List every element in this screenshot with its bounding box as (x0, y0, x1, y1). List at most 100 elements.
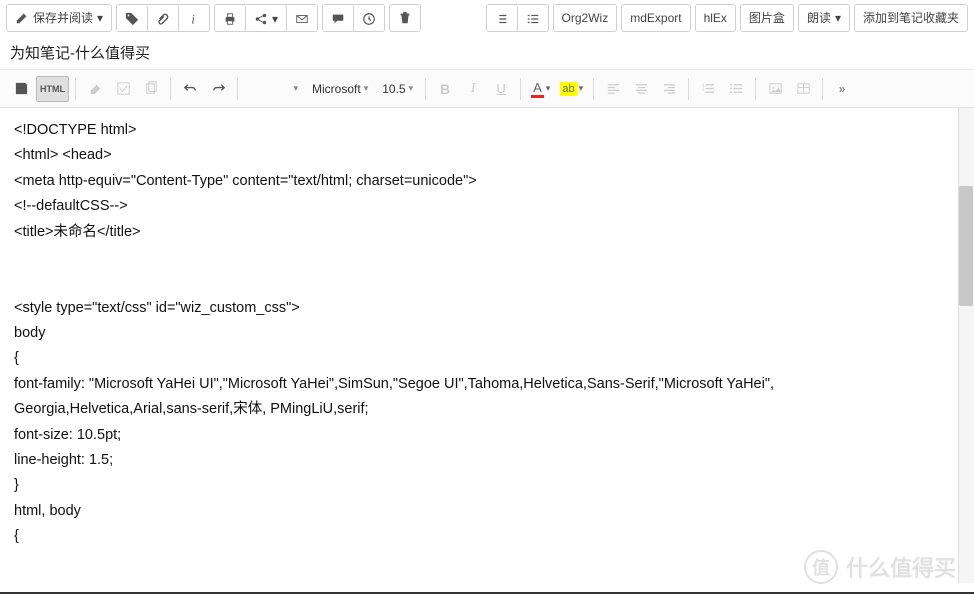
bold-button[interactable]: B (432, 76, 458, 102)
chevron-down-icon: ▾ (364, 83, 369, 94)
editor-toolbar: HTML ▾ Microsoft▾ 10.5▾ B I U A▾ ab▾ 12 … (0, 70, 974, 108)
checkbox-button[interactable] (110, 76, 136, 102)
align-right-button[interactable] (656, 76, 682, 102)
add-to-favorites-button[interactable]: 添加到笔记收藏夹 (854, 4, 968, 32)
font-size-value: 10.5 (382, 82, 405, 96)
content-line: font-size: 10.5pt; (14, 423, 960, 448)
read-aloud-label: 朗读 (807, 9, 831, 26)
font-color-button[interactable]: A▾ (527, 76, 554, 102)
print-icon (223, 12, 237, 26)
document-title[interactable]: 为知笔记-什么值得买 (0, 36, 974, 70)
plugin-mdexport-button[interactable]: mdExport (621, 4, 690, 32)
content-line (14, 270, 960, 295)
tag-button[interactable] (117, 5, 148, 32)
separator (170, 78, 171, 100)
chevron-down-icon: ▾ (293, 83, 298, 94)
envelope-icon (295, 12, 309, 26)
separator (425, 78, 426, 100)
content-line: html, body (14, 499, 960, 524)
font-size-dropdown[interactable]: 10.5 ▾ (376, 76, 419, 102)
content-line: Georgia,Helvetica,Arial,sans-serif,宋体, P… (14, 397, 960, 422)
chevron-down-icon: ▾ (546, 83, 551, 94)
clock-icon (362, 12, 376, 26)
indent-list-button[interactable] (518, 5, 548, 32)
redo-icon (211, 81, 226, 96)
comment-group (322, 4, 385, 32)
content-line: { (14, 346, 960, 371)
plugin-hlex-button[interactable]: hlEx (695, 4, 736, 32)
outdent-list-button[interactable] (487, 5, 518, 32)
image-button[interactable] (762, 76, 788, 102)
undo-icon (183, 81, 198, 96)
unordered-list-button[interactable] (723, 76, 749, 102)
html-mode-button[interactable]: HTML (36, 76, 69, 102)
info-button[interactable]: i (179, 5, 209, 32)
chevron-down-icon: ▾ (97, 11, 103, 25)
redo-button[interactable] (205, 76, 231, 102)
clear-format-button[interactable] (82, 76, 108, 102)
align-right-icon (662, 81, 677, 96)
delete-button[interactable] (389, 4, 421, 32)
top-toolbar: 保存并阅读 ▾ i ▾ Org2Wiz mdExport hlEx 图片盒 朗读… (0, 0, 974, 36)
chevron-down-icon: ▾ (272, 12, 278, 26)
separator (688, 78, 689, 100)
content-line: <!DOCTYPE html> (14, 118, 960, 143)
table-icon (796, 81, 811, 96)
save-button[interactable] (8, 76, 34, 102)
save-and-read-button[interactable]: 保存并阅读 ▾ (6, 4, 112, 32)
align-center-button[interactable] (628, 76, 654, 102)
font-family-dropdown[interactable]: Microsoft▾ (306, 76, 374, 102)
content-line: body (14, 321, 960, 346)
separator (822, 78, 823, 100)
highlight-button[interactable]: ab▾ (556, 76, 587, 102)
align-left-icon (606, 81, 621, 96)
share-button[interactable]: ▾ (246, 5, 287, 32)
paragraph-style-dropdown[interactable]: ▾ (244, 76, 304, 102)
trash-icon (398, 11, 412, 25)
separator (75, 78, 76, 100)
attach-group: i (116, 4, 210, 32)
comment-button[interactable] (323, 5, 354, 32)
copy-icon (144, 81, 159, 96)
list-group (486, 4, 549, 32)
content-line: line-height: 1.5; (14, 448, 960, 473)
plugin-org2wiz-button[interactable]: Org2Wiz (553, 4, 618, 32)
chevron-down-icon: ▾ (579, 83, 584, 94)
plugin-imgbox-button[interactable]: 图片盒 (740, 4, 794, 32)
italic-button[interactable]: I (460, 76, 486, 102)
content-line: <style type="text/css" id="wiz_custom_cs… (14, 296, 960, 321)
attachment-button[interactable] (148, 5, 179, 32)
font-family-value: Microsoft (312, 82, 361, 96)
image-icon (768, 81, 783, 96)
checkbox-icon (116, 81, 131, 96)
separator (520, 78, 521, 100)
ordered-list-icon: 12 (701, 81, 716, 96)
separator (237, 78, 238, 100)
chevron-down-icon: ▾ (409, 83, 414, 94)
align-left-button[interactable] (600, 76, 626, 102)
share-group: ▾ (214, 4, 318, 32)
scrollbar-track[interactable] (958, 108, 974, 583)
read-aloud-button[interactable]: 朗读▾ (798, 4, 850, 32)
content-line: <!--defaultCSS--> (14, 194, 960, 219)
history-button[interactable] (354, 5, 384, 32)
align-center-icon (634, 81, 649, 96)
content-line: font-family: "Microsoft YaHei UI","Micro… (14, 372, 960, 397)
underline-button[interactable]: U (488, 76, 514, 102)
list-indent-icon (526, 12, 540, 26)
scrollbar-thumb[interactable] (959, 186, 973, 306)
paperclip-icon (156, 12, 170, 26)
undo-button[interactable] (177, 76, 203, 102)
editor-content[interactable]: <!DOCTYPE html><html> <head><meta http-e… (0, 108, 974, 583)
content-line: <meta http-equiv="Content-Type" content=… (14, 169, 960, 194)
more-button[interactable]: » (829, 76, 855, 102)
copy-button[interactable] (138, 76, 164, 102)
floppy-icon (14, 81, 29, 96)
separator (755, 78, 756, 100)
email-button[interactable] (287, 5, 317, 32)
print-button[interactable] (215, 5, 246, 32)
content-line: } (14, 473, 960, 498)
ordered-list-button[interactable]: 12 (695, 76, 721, 102)
separator (593, 78, 594, 100)
table-button[interactable] (790, 76, 816, 102)
